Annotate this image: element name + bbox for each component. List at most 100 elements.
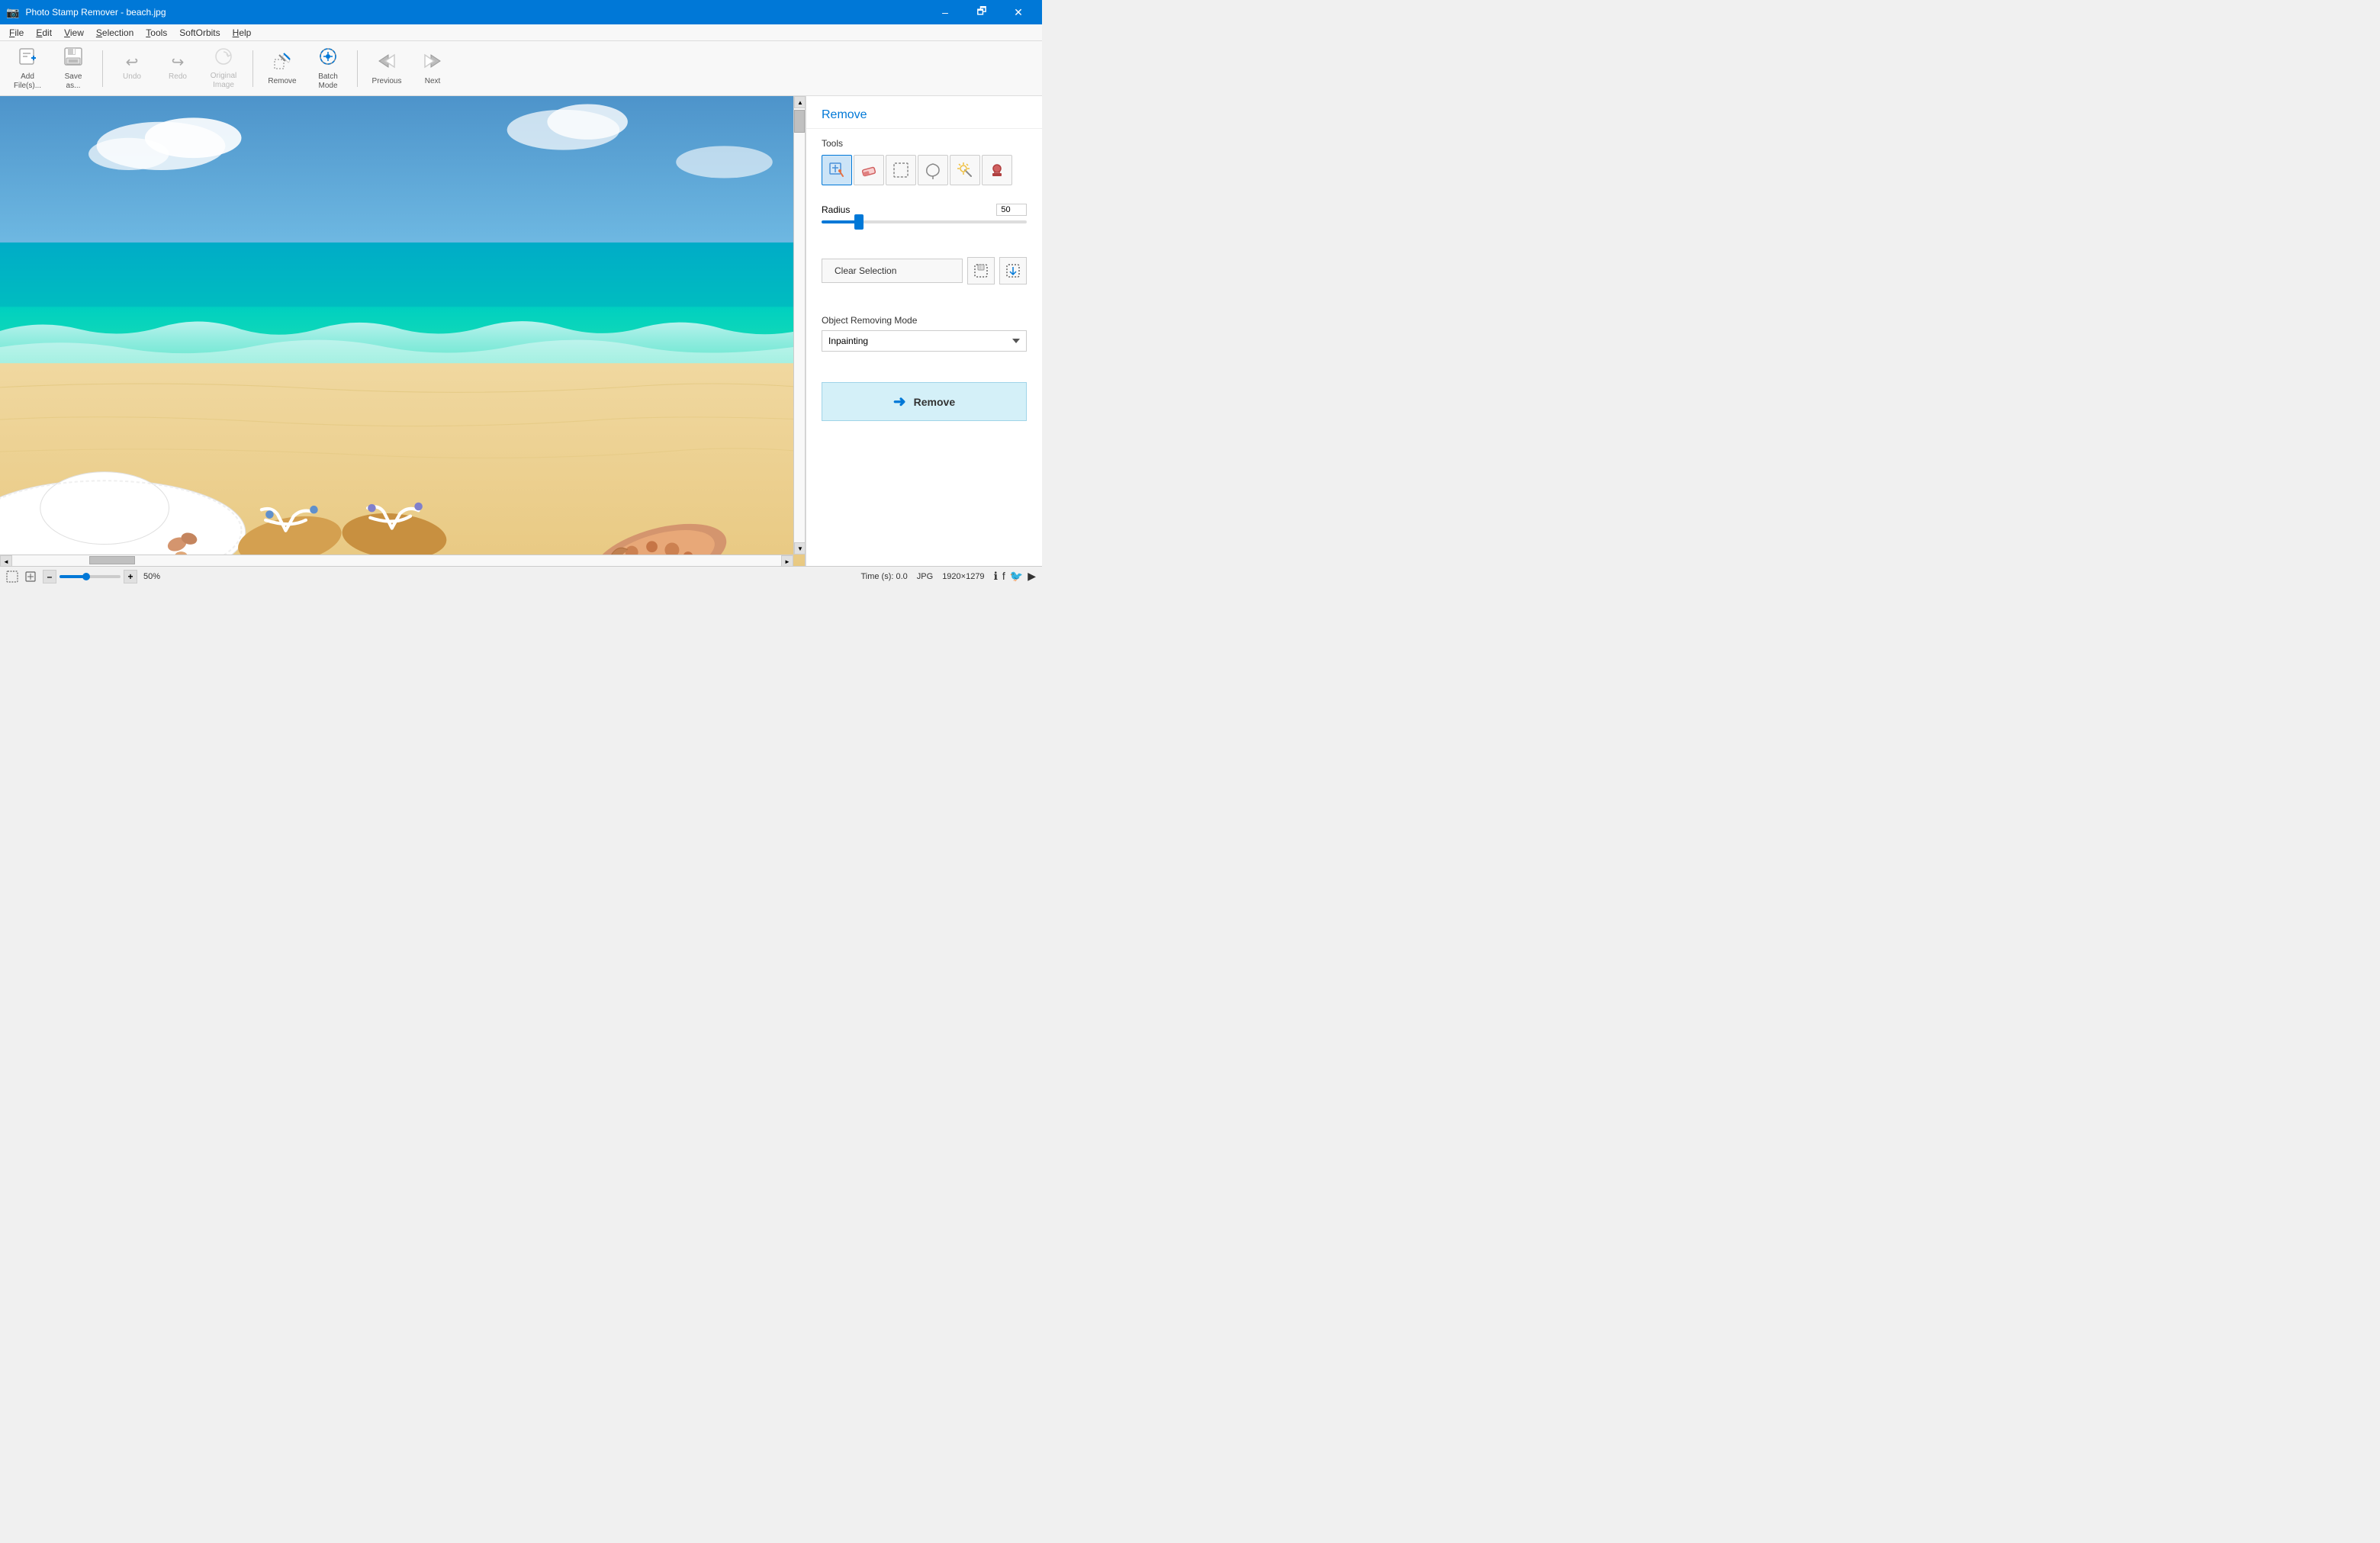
toolbar-sep-3 — [357, 50, 358, 87]
toolbar-sep-1 — [102, 50, 103, 87]
twitter-icon[interactable]: 🐦 — [1010, 570, 1023, 583]
previous-icon — [375, 50, 399, 75]
radius-input[interactable] — [996, 204, 1027, 216]
menu-view[interactable]: View — [58, 26, 90, 40]
menu-selection[interactable]: Selection — [90, 26, 140, 40]
facebook-icon[interactable]: f — [1002, 570, 1005, 583]
save-as-button[interactable]: Saveas... — [52, 46, 95, 92]
previous-button[interactable]: Previous — [365, 46, 408, 92]
scroll-track-h — [12, 555, 781, 566]
time-label: Time (s): 0.0 — [860, 572, 907, 581]
menu-help[interactable]: Help — [227, 26, 258, 40]
horizontal-scrollbar[interactable]: ◄ ► — [0, 555, 793, 566]
minimize-button[interactable]: – — [928, 0, 963, 24]
close-button[interactable]: ✕ — [1001, 0, 1036, 24]
vertical-scrollbar[interactable]: ▲ ▼ — [793, 96, 805, 555]
remove-toolbar-icon — [272, 50, 293, 75]
menu-softorbits[interactable]: SoftOrbits — [173, 26, 226, 40]
zoom-controls: – + 50% — [43, 570, 160, 583]
toolbar: AddFile(s)... Saveas... ↩ Undo ↪ Redo — [0, 41, 1042, 96]
batch-mode-button[interactable]: BatchMode — [307, 46, 349, 92]
tools-grid — [822, 155, 1027, 185]
undo-icon: ↩ — [126, 55, 139, 70]
title-bar-left: 📷 Photo Stamp Remover - beach.jpg — [6, 6, 166, 19]
title-bar-controls: – 🗗 ✕ — [928, 0, 1036, 24]
next-label: Next — [425, 77, 441, 86]
magic-wand-tool[interactable] — [950, 155, 980, 185]
tools-label: Tools — [822, 138, 1027, 149]
action-row: Clear Selection — [822, 257, 1027, 284]
beach-image — [0, 96, 805, 566]
redo-label: Redo — [169, 72, 187, 82]
zoom-slider-track[interactable] — [60, 575, 121, 578]
next-icon — [420, 50, 445, 75]
selection-tool-status-icon — [6, 571, 18, 583]
info-icon[interactable]: ℹ — [994, 570, 998, 583]
radius-slider-thumb[interactable] — [854, 214, 864, 230]
add-files-icon — [17, 46, 38, 70]
radius-section: Radius — [806, 194, 1042, 248]
batch-mode-label: BatchMode — [318, 72, 338, 91]
scroll-thumb-v[interactable] — [794, 110, 805, 133]
zoom-slider-fill — [60, 575, 84, 578]
clear-selection-button[interactable]: Clear Selection — [822, 259, 963, 283]
scroll-up-button[interactable]: ▲ — [794, 96, 806, 108]
add-files-button[interactable]: AddFile(s)... — [6, 46, 49, 92]
toolbar-sep-2 — [252, 50, 253, 87]
panel-title: Remove — [806, 96, 1042, 129]
brush-tool[interactable] — [822, 155, 852, 185]
rect-select-tool[interactable] — [886, 155, 916, 185]
maximize-button[interactable]: 🗗 — [964, 0, 999, 24]
mode-section: Object Removing Mode Inpainting Texture … — [806, 306, 1042, 373]
status-icons: ℹ f 🐦 ▶ — [994, 570, 1036, 583]
save-as-label: Saveas... — [65, 72, 82, 91]
youtube-icon[interactable]: ▶ — [1028, 570, 1036, 583]
status-right: Time (s): 0.0 JPG 1920×1279 ℹ f 🐦 ▶ — [860, 570, 1036, 583]
undo-button[interactable]: ↩ Undo — [111, 46, 153, 92]
radius-slider-track[interactable] — [822, 220, 1027, 223]
next-button[interactable]: Next — [411, 46, 454, 92]
radius-row: Radius — [822, 204, 1027, 216]
undo-label: Undo — [123, 72, 141, 82]
app-icon: 📷 — [6, 6, 19, 19]
remove-arrow-icon: ➜ — [893, 392, 906, 411]
status-bar: – + 50% Time (s): 0.0 JPG 1920×1279 ℹ f … — [0, 566, 1042, 586]
main-layout: ▲ ▼ ◄ ► Remove Tools — [0, 96, 1042, 566]
original-image-label: OriginalImage — [211, 72, 236, 90]
menu-edit[interactable]: Edit — [30, 26, 58, 40]
radius-label: Radius — [822, 204, 850, 215]
stamp-tool[interactable] — [982, 155, 1012, 185]
redo-icon: ↪ — [172, 55, 185, 70]
scroll-left-button[interactable]: ◄ — [0, 555, 12, 566]
save-as-icon — [63, 46, 84, 70]
tools-section: Tools — [806, 129, 1042, 194]
canvas-area[interactable]: ▲ ▼ ◄ ► — [0, 96, 806, 566]
load-selection-button[interactable] — [999, 257, 1027, 284]
scroll-track-v — [794, 108, 805, 542]
remove-toolbar-button[interactable]: Remove — [261, 46, 304, 92]
menu-bar: File Edit View Selection Tools SoftOrbit… — [0, 24, 1042, 41]
save-selection-button[interactable] — [967, 257, 995, 284]
zoom-in-button[interactable]: + — [124, 570, 137, 583]
lasso-tool[interactable] — [918, 155, 948, 185]
remove-button[interactable]: ➜ Remove — [822, 382, 1027, 421]
mode-select[interactable]: Inpainting Texture Synthesis Smear — [822, 330, 1027, 352]
scroll-down-button[interactable]: ▼ — [794, 542, 806, 555]
menu-file[interactable]: File — [3, 26, 30, 40]
zoom-slider-thumb[interactable] — [82, 573, 90, 580]
remove-toolbar-label: Remove — [268, 77, 296, 86]
redo-button[interactable]: ↪ Redo — [156, 46, 199, 92]
right-panel: Remove Tools — [806, 96, 1042, 566]
clear-selection-label: Clear Selection — [835, 265, 896, 276]
scroll-right-button[interactable]: ► — [781, 555, 793, 566]
fit-icon — [24, 571, 37, 583]
eraser-tool[interactable] — [854, 155, 884, 185]
original-image-button[interactable]: OriginalImage — [202, 46, 245, 92]
object-removing-mode-label: Object Removing Mode — [822, 315, 1027, 326]
menu-tools[interactable]: Tools — [140, 26, 173, 40]
original-image-icon — [214, 47, 233, 69]
zoom-out-button[interactable]: – — [43, 570, 56, 583]
title-bar: 📷 Photo Stamp Remover - beach.jpg – 🗗 ✕ — [0, 0, 1042, 24]
window-title: Photo Stamp Remover - beach.jpg — [25, 7, 166, 18]
scroll-thumb-h[interactable] — [89, 556, 135, 564]
